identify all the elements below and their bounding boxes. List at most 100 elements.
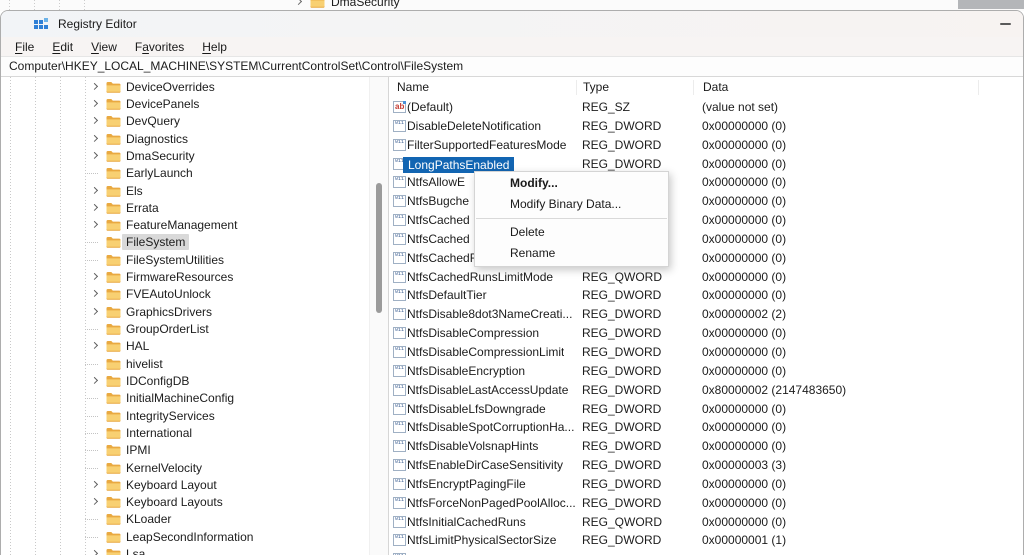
minimize-button[interactable] (1000, 23, 1011, 25)
menu-favorites[interactable]: Favorites (126, 40, 193, 54)
value-row-item[interactable]: 011 110 (389, 550, 1023, 555)
value-row-ntfsdisablecompression[interactable]: 011 110NtfsDisableCompression REG_DWORD 0x… (389, 324, 1023, 343)
column-header-name[interactable]: Name (389, 80, 577, 95)
value-type: REG_DWORD (582, 533, 662, 548)
tree-item-firmwareresources[interactable]: FirmwareResources (1, 268, 369, 285)
chevron-right-icon[interactable] (90, 376, 99, 384)
tree-vertical-scrollbar[interactable] (369, 77, 388, 555)
tree-item-featuremanagement[interactable]: FeatureManagement (1, 217, 369, 234)
chevron-right-icon[interactable] (90, 134, 99, 142)
value-name: NtfsAllowE (407, 175, 466, 190)
background-tree-item: DmaSecurity (294, 0, 400, 10)
chevron-right-icon[interactable] (90, 498, 99, 506)
value-row-ntfsdisablecompressionlimit[interactable]: 011 110NtfsDisableCompressionLimit REG_DW… (389, 343, 1023, 362)
context-menu-delete[interactable]: Delete (475, 222, 668, 243)
tree-item-keyboard-layouts[interactable]: Keyboard Layouts (1, 494, 369, 511)
tree-item-idconfigdb[interactable]: IDConfigDB (1, 372, 369, 389)
value-row-ntfsdefaulttier[interactable]: 011 110NtfsDefaultTier REG_DWORD 0x0000000… (389, 286, 1023, 305)
chevron-right-icon[interactable] (90, 203, 99, 211)
folder-icon (106, 531, 121, 543)
tree-item-lsa[interactable]: Lsa (1, 545, 369, 555)
value-row-ntfsdisablelfsdowngrade[interactable]: 011 110NtfsDisableLfsDowngrade REG_DWORD 0… (389, 400, 1023, 419)
tree-item-filesystem[interactable]: FileSystem (1, 234, 369, 251)
tree-item-kernelvelocity[interactable]: KernelVelocity (1, 459, 369, 476)
tree-item-initialmachineconfig[interactable]: InitialMachineConfig (1, 390, 369, 407)
tree-item-fveautounlock[interactable]: FVEAutoUnlock (1, 286, 369, 303)
tree-item-hal[interactable]: HAL (1, 338, 369, 355)
folder-icon (106, 427, 121, 439)
tree-connector (85, 242, 98, 244)
tree-item-integrityservices[interactable]: IntegrityServices (1, 407, 369, 424)
chevron-right-icon[interactable] (90, 307, 99, 315)
tree-item-earlylaunch[interactable]: EarlyLaunch (1, 165, 369, 182)
context-menu-rename[interactable]: Rename (475, 243, 668, 264)
tree-item-hivelist[interactable]: hivelist (1, 355, 369, 372)
value-row-ntfsencryptpagingfile[interactable]: 011 110NtfsEncryptPagingFile REG_DWORD 0x0… (389, 475, 1023, 494)
value-row-ntfsforcenonpagedpoolalloc[interactable]: 011 110NtfsForceNonPagedPoolAlloc... REG_… (389, 494, 1023, 513)
menu-edit[interactable]: Edit (43, 40, 82, 54)
value-row-ntfsinitialcachedruns[interactable]: 011 110NtfsInitialCachedRuns REG_QWORD 0x0… (389, 513, 1023, 532)
chevron-right-icon[interactable] (90, 117, 99, 125)
value-row-ntfsdisableencryption[interactable]: 011 110NtfsDisableEncryption REG_DWORD 0x0… (389, 362, 1023, 381)
tree-item-graphicsdrivers[interactable]: GraphicsDrivers (1, 303, 369, 320)
value-row-disabledeletenotification[interactable]: 011 110DisableDeleteNotification REG_DWOR… (389, 117, 1023, 136)
value-data: (value not set) (702, 100, 779, 114)
folder-icon (310, 0, 325, 8)
chevron-right-icon[interactable] (90, 480, 99, 488)
menu-view[interactable]: View (82, 40, 126, 54)
column-header-data[interactable]: Data (694, 80, 979, 95)
value-row-ntfsdisable8dot3namecreati[interactable]: 011 110NtfsDisable8dot3NameCreati... REG_… (389, 305, 1023, 324)
address-bar-input[interactable]: Computer\HKEY_LOCAL_MACHINE\SYSTEM\Curre… (1, 56, 1023, 77)
folder-icon (106, 236, 121, 249)
tree-item-dmasecurity[interactable]: DmaSecurity (1, 147, 369, 164)
chevron-right-icon[interactable] (90, 82, 99, 90)
chevron-right-icon[interactable] (90, 549, 99, 555)
value-row-ntfsdisablespotcorruptionha[interactable]: 011 110NtfsDisableSpotCorruptionHa... REG… (389, 418, 1023, 437)
tree-item-keyboard-layout[interactable]: Keyboard Layout (1, 476, 369, 493)
tree-item-filesystemutilities[interactable]: FileSystemUtilities (1, 251, 369, 268)
value-row-ntfsenabledircasesensitivity[interactable]: 011 110NtfsEnableDirCaseSensitivity REG_D… (389, 456, 1023, 475)
chevron-right-icon[interactable] (90, 272, 99, 281)
scrollbar-thumb[interactable] (376, 183, 382, 313)
tree-item-international[interactable]: International (1, 424, 369, 441)
tree-item-errata[interactable]: Errata (1, 199, 369, 216)
chevron-right-icon[interactable] (90, 290, 99, 298)
tree-item-devquery[interactable]: DevQuery (1, 113, 369, 130)
context-menu-modify-binary-data[interactable]: Modify Binary Data... (475, 194, 668, 215)
tree-item-els[interactable]: Els (1, 182, 369, 199)
tree-item-devicepanels[interactable]: DevicePanels (1, 95, 369, 112)
column-header-type[interactable]: Type (577, 80, 694, 95)
value-row-ntfsdisablevolsnaphints[interactable]: 011 110NtfsDisableVolsnapHints REG_DWORD 0… (389, 437, 1023, 456)
value-row-ntfsdisablelastaccessupdate[interactable]: 011 110NtfsDisableLastAccessUpdate REG_DW… (389, 381, 1023, 400)
value-row-ntfslimitphysicalsectorsize[interactable]: 011 110NtfsLimitPhysicalSectorSize REG_DW… (389, 531, 1023, 550)
dword-value-icon: 011 110 (393, 327, 406, 340)
chevron-right-icon[interactable] (90, 99, 99, 107)
chevron-right-icon[interactable] (90, 186, 99, 194)
tree-item-kloader[interactable]: KLoader (1, 511, 369, 528)
tree-item-ipmi[interactable]: IPMI (1, 442, 369, 459)
tree-connector (85, 432, 98, 434)
registry-tree-pane: DeviceOverrides DevicePanels DevQuery Diagn… (1, 77, 369, 555)
tree-item-leapsecondinformation[interactable]: LeapSecondInformation (1, 528, 369, 545)
menu-file[interactable]: File (6, 40, 43, 54)
value-name: NtfsBugche (407, 194, 470, 209)
tree-item-diagnostics[interactable]: Diagnostics (1, 130, 369, 147)
tree-item-grouporderlist[interactable]: GroupOrderList (1, 320, 369, 337)
tree-item-deviceoverrides[interactable]: DeviceOverrides (1, 78, 369, 95)
value-row-filtersupportedfeaturesmode[interactable]: 011 110FilterSupportedFeaturesMode REG_DW… (389, 136, 1023, 155)
background-window-edge (958, 0, 1024, 9)
chevron-right-icon[interactable] (90, 221, 99, 229)
tree-item-label: FileSystem (122, 234, 190, 251)
value-row-default[interactable]: (Default) REG_SZ (value not set) (389, 98, 1023, 117)
tree-item-label: KernelVelocity (126, 460, 203, 475)
tree-connector (85, 450, 98, 452)
dword-value-icon: 011 110 (393, 119, 406, 132)
tree-item-label: DevQuery (126, 114, 181, 129)
chevron-right-icon[interactable] (90, 342, 99, 350)
folder-icon (106, 496, 121, 508)
chevron-right-icon[interactable] (90, 151, 99, 159)
value-row-ntfscachedrunslimitmode[interactable]: 011 110NtfsCachedRunsLimitMode REG_QWORD 0… (389, 268, 1023, 287)
menu-help[interactable]: Help (193, 40, 236, 54)
background-tree-item-label: DmaSecurity (331, 0, 400, 9)
context-menu-modify[interactable]: Modify... (475, 173, 668, 194)
